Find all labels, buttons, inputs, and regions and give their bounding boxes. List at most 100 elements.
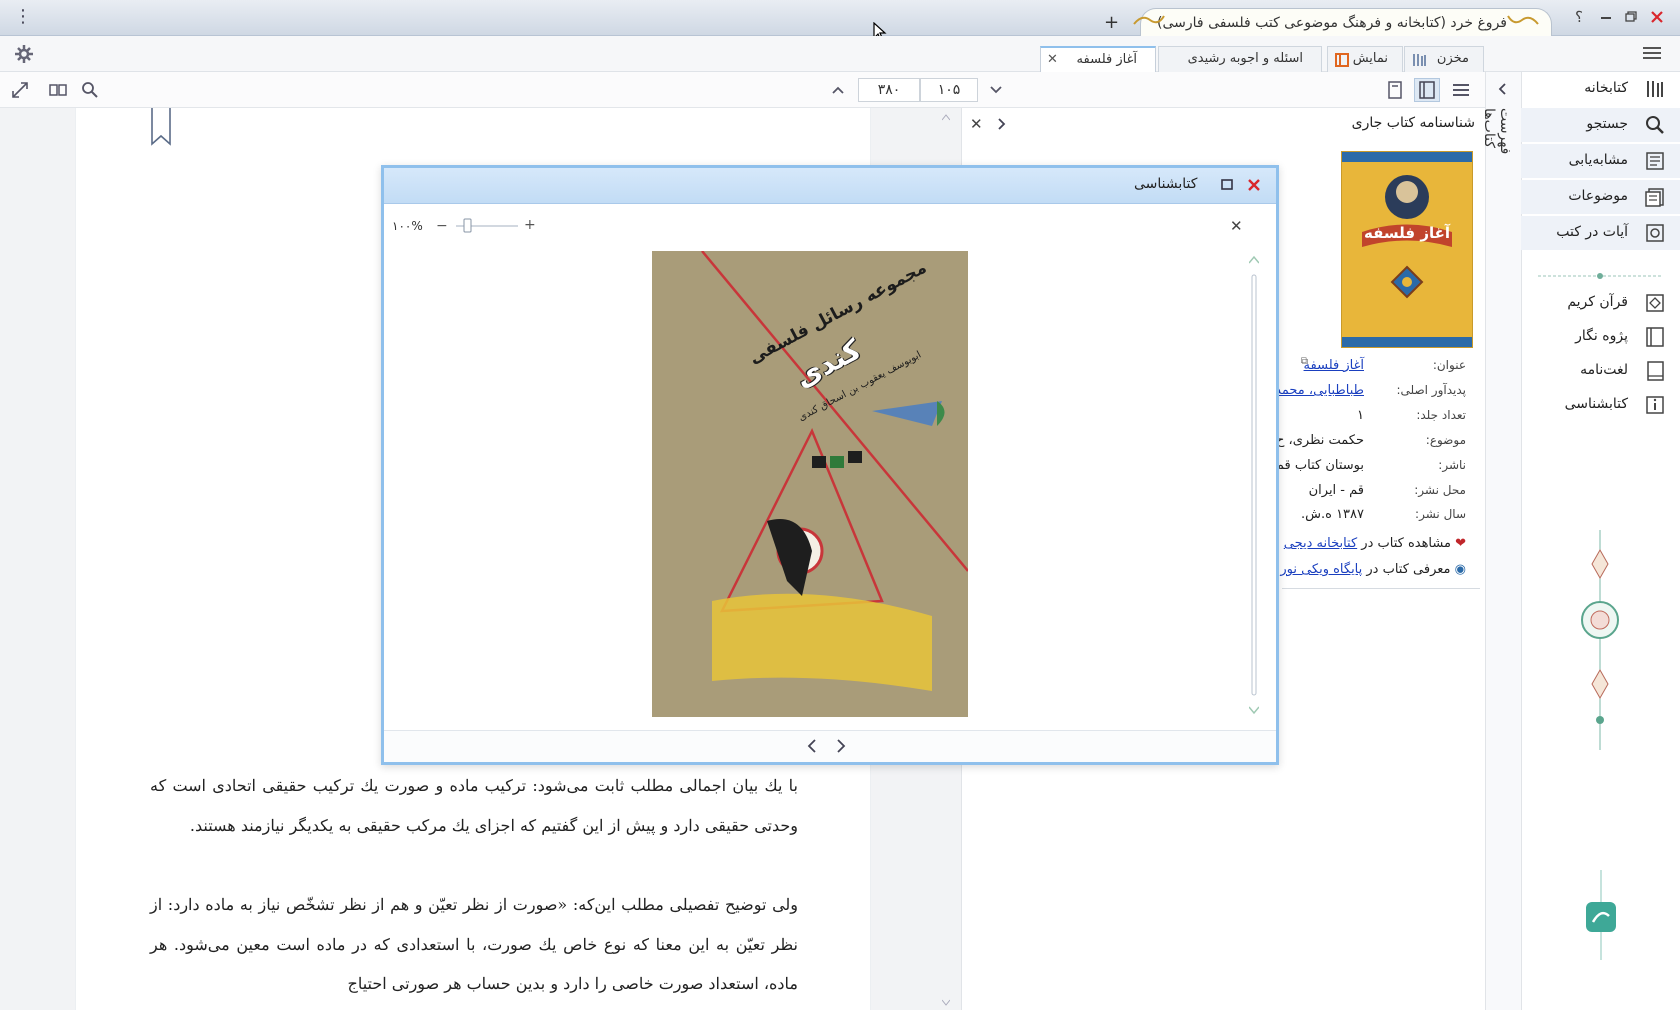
similar-icon [1644, 150, 1666, 172]
list-view-icon[interactable] [1450, 79, 1472, 101]
search-in-book-icon[interactable] [80, 80, 100, 100]
book-red-icon: ❤ [1455, 536, 1466, 551]
external-link-icon: ⧉ [1300, 356, 1308, 367]
bookmark-icon[interactable] [150, 108, 172, 148]
zoom-in-button[interactable]: + [524, 217, 536, 233]
book-list-strip [1485, 72, 1521, 1010]
book-title-link[interactable]: آغاز فلسفه [1304, 358, 1364, 373]
quran-icon [1644, 292, 1666, 314]
sidebar-item-label: کتابشناسی [1564, 396, 1628, 412]
library-icon [1644, 78, 1666, 100]
info-value: ۱ [1357, 408, 1364, 423]
sidebar-item-bibliography[interactable]: کتابشناسی [1521, 388, 1680, 422]
sidebar-item-dictionary[interactable]: لغت‌نامه [1521, 354, 1680, 388]
tab-label: مخزن [1436, 51, 1469, 66]
sidebar-item-label: کتابخانه [1584, 80, 1628, 96]
tab-view[interactable]: نمایش [1327, 46, 1403, 72]
book-panel-title: شناسنامه کتاب جاری [1351, 115, 1475, 131]
info-key: تعداد جلد: [1416, 408, 1466, 422]
tab-book-aghaz[interactable]: آغاز فلسفه ✕ [1040, 46, 1156, 72]
globe-icon: ◉ [1454, 562, 1466, 577]
sidebar-item-label: پژوه نگار [1575, 328, 1628, 344]
author-link[interactable]: طباطبایی، محمد [1275, 383, 1364, 398]
help-button[interactable]: ؟ [1568, 8, 1590, 26]
dictionary-icon [1644, 360, 1666, 382]
tab-ornament-right [1506, 14, 1540, 26]
sidebar-item-label: لغت‌نامه [1580, 362, 1628, 378]
collapse-strip-icon[interactable] [1494, 80, 1510, 98]
document-tab[interactable]: فروغ خرد (کتابخانه و فرهنگ موضوعی کتب فل… [1140, 8, 1552, 36]
tab-label: اسئله و اجوبه رشیدی [1187, 51, 1303, 66]
wiki-prefix: معرفی کتاب در [1366, 562, 1451, 577]
zoom-level: ۱۰۰% [392, 219, 423, 233]
zoom-out-button[interactable]: − [436, 218, 448, 234]
page-down-button[interactable] [986, 80, 1006, 100]
close-tab-icon[interactable]: ✕ [1047, 52, 1058, 67]
fullscreen-icon[interactable] [10, 80, 30, 100]
sidebar-item-verses[interactable]: آیات در کتب [1521, 216, 1680, 250]
vertical-tab-book-list[interactable]: فهرست کتاب‌ها [1481, 108, 1513, 198]
columns-icon[interactable] [48, 80, 68, 100]
page-number-input[interactable]: ۱۰۵ [920, 78, 978, 102]
info-value: ۱۳۸۷ ه.ش. [1300, 507, 1364, 522]
tab-label: آغاز فلسفه [1076, 52, 1137, 67]
sidebar-item-label: موضوعات [1568, 188, 1628, 204]
close-window-button[interactable] [1646, 8, 1668, 26]
dialog-maximize-button[interactable] [1219, 178, 1235, 192]
sidebar-item-library[interactable]: کتابخانه [1521, 72, 1680, 106]
info-key: عنوان: [1432, 358, 1466, 372]
info-value: حکمت نظری، ح [1276, 433, 1364, 448]
next-image-button[interactable] [834, 737, 848, 755]
wiki-row: ◉ معرفی کتاب در پایگاه ویکی نور [1280, 562, 1466, 577]
info-icon [1644, 394, 1666, 416]
info-key: پدیدآور اصلی: [1396, 383, 1466, 397]
sidebar-item-quran[interactable]: قرآن کریم [1521, 286, 1680, 320]
info-key: محل نشر: [1414, 483, 1466, 497]
decorative-ornament [1576, 530, 1624, 750]
sidebar-item-topics[interactable]: موضوعات [1521, 180, 1680, 214]
app-menu-icon[interactable]: ⋮ [14, 6, 32, 27]
dialog-footer [384, 730, 1276, 762]
sidebar-item-label: قرآن کریم [1567, 294, 1628, 310]
info-key: سال نشر: [1415, 507, 1466, 521]
new-tab-button[interactable]: + [1104, 12, 1119, 33]
close-panel-button[interactable]: ✕ [970, 115, 983, 133]
tab-book-rashidi[interactable]: اسئله و اجوبه رشیدی [1158, 46, 1322, 72]
expand-panel-icon[interactable] [995, 116, 1007, 132]
info-value: قم - ایران [1308, 483, 1364, 498]
reader-paragraph-1: با یك بیان اجمالی مطلب ثابت می‌شود: ترکی… [150, 776, 798, 835]
zoom-slider[interactable] [454, 216, 520, 236]
sidebar-item-label: مشابه‌یابی [1568, 152, 1628, 168]
info-value: بوستان کتاب قم [1275, 458, 1364, 473]
single-page-icon[interactable] [1384, 79, 1406, 101]
book-cover-image: آغاز فلسفه [1341, 151, 1473, 348]
dialog-title: کتابشناسی [1134, 176, 1198, 192]
sidebar-item-label: آیات در کتب [1556, 224, 1628, 240]
page-up-button[interactable] [828, 80, 848, 100]
dialog-close-button[interactable] [1246, 177, 1262, 193]
search-icon [1644, 114, 1666, 136]
book-cover-large-image: مجموعه رسائل فلسفی کندی ابویوسف یعقوب بن… [652, 251, 968, 717]
digital-library-link[interactable]: کتابخانه دیجی [1284, 536, 1357, 551]
sidebar-item-label: جستجو [1586, 116, 1628, 132]
minimize-button[interactable] [1595, 8, 1617, 26]
app-logo [1580, 870, 1622, 960]
info-key: ناشر: [1438, 458, 1466, 472]
settings-icon[interactable] [14, 44, 34, 64]
restore-button[interactable] [1620, 8, 1642, 26]
repository-icon [1411, 52, 1427, 68]
previous-image-button[interactable] [805, 737, 819, 755]
image-close-icon[interactable]: ✕ [1230, 217, 1243, 235]
book-info-table: عنوان: آغاز فلسفه ⧉ پدیدآور اصلی: طباطبا… [1275, 352, 1480, 592]
hamburger-menu-icon[interactable] [1640, 44, 1664, 62]
tab-ornament-left [1132, 14, 1166, 26]
document-tab-title: فروغ خرد (کتابخانه و فرهنگ موضوعی کتب فل… [1157, 15, 1507, 31]
tab-repository[interactable]: مخزن [1404, 46, 1484, 72]
book-view-icon[interactable] [1414, 78, 1440, 102]
info-key: موضوع: [1425, 433, 1466, 447]
wiki-link[interactable]: پایگاه ویکی نور [1280, 562, 1362, 577]
dialog-scrollbar[interactable] [1249, 255, 1259, 715]
sidebar-item-notes[interactable]: پژوه نگار [1521, 320, 1680, 354]
sidebar-item-search[interactable]: جستجو [1521, 108, 1680, 142]
sidebar-item-similar[interactable]: مشابه‌یابی [1521, 144, 1680, 178]
